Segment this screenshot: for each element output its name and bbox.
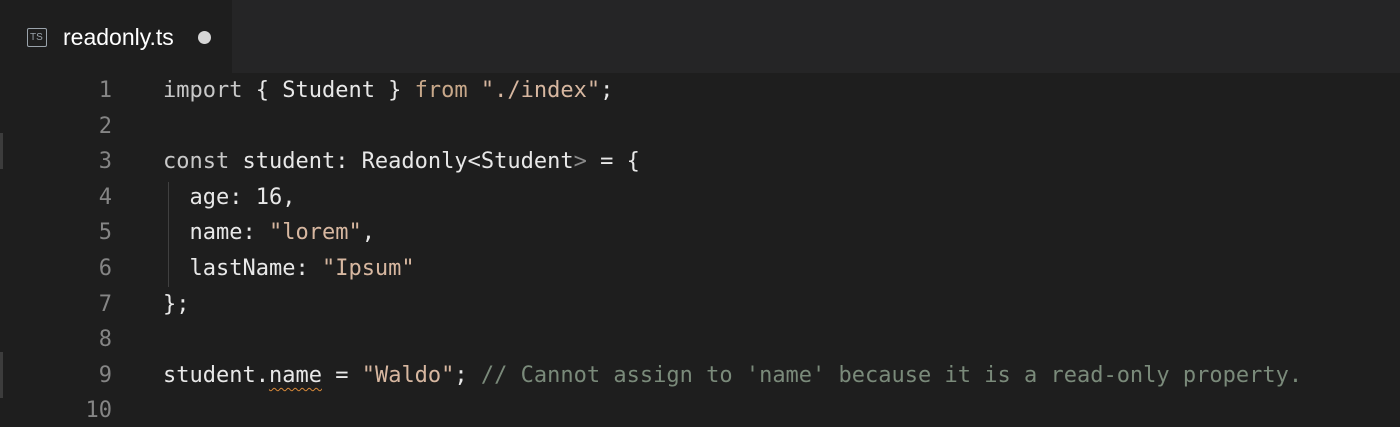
code-line[interactable]: 6 lastName: "Ipsum" bbox=[0, 251, 1400, 287]
code-token: name bbox=[268, 362, 322, 388]
line-number: 1 bbox=[98, 78, 112, 103]
code-text: student.name = "Waldo"; // Cannot assign… bbox=[163, 358, 1302, 394]
unsaved-dot-icon[interactable] bbox=[198, 31, 211, 44]
code-text: import { Student } from "./index"; bbox=[163, 73, 613, 109]
code-token: "Ipsum" bbox=[321, 256, 415, 281]
line-number: 4 bbox=[98, 184, 112, 210]
code-line[interactable]: 1 import { Student } from "./index"; bbox=[0, 73, 1400, 109]
code-text: const student: Readonly<Student> = { bbox=[163, 144, 640, 180]
line-number: 7 bbox=[98, 291, 112, 317]
code-text: }; bbox=[163, 287, 190, 323]
code-token: student. bbox=[163, 362, 269, 388]
code-token: ; bbox=[600, 78, 614, 103]
indent-guide bbox=[168, 181, 169, 287]
tab-title: readonly.ts bbox=[63, 24, 174, 50]
code-text: age: 16, bbox=[163, 180, 295, 216]
code-line[interactable]: 3 const student: Readonly<Student> = { bbox=[0, 144, 1400, 180]
code-token: age: 16, bbox=[163, 184, 296, 210]
line-number: 10 bbox=[85, 398, 113, 424]
code-token: student: Readonly<Student bbox=[229, 149, 574, 175]
code-line[interactable]: 5 name: "lorem", bbox=[0, 215, 1400, 251]
code-text: name: "lorem", bbox=[163, 215, 375, 251]
code-line[interactable]: 8 bbox=[0, 322, 1400, 358]
line-number: 2 bbox=[98, 113, 112, 139]
code-token: = bbox=[321, 362, 362, 388]
line-number: 8 bbox=[98, 327, 112, 353]
code-editor[interactable]: TS readonly.ts 1 import { Student } from … bbox=[0, 0, 1400, 427]
code-token: { Student } bbox=[242, 78, 415, 103]
code-token: const bbox=[163, 149, 230, 175]
code-token: }; bbox=[163, 291, 190, 317]
typescript-file-icon: TS bbox=[27, 28, 47, 47]
code-token: name: bbox=[163, 220, 269, 246]
code-token: "lorem" bbox=[268, 220, 362, 246]
code-token: "./index" bbox=[480, 78, 601, 103]
code-token: // Cannot assign to 'name' because it is… bbox=[480, 362, 1303, 388]
code-token: import bbox=[163, 78, 243, 103]
tab-readonly-ts[interactable]: TS readonly.ts bbox=[0, 0, 232, 73]
code-token: = { bbox=[586, 149, 640, 175]
code-token: lastName: bbox=[163, 256, 322, 281]
code-line[interactable]: 4 age: 16, bbox=[0, 180, 1400, 216]
line-number: 6 bbox=[98, 256, 112, 281]
code-token: , bbox=[361, 220, 375, 246]
line-number: 3 bbox=[98, 149, 112, 175]
code-token: ; bbox=[454, 362, 481, 388]
code-token: "Waldo" bbox=[361, 362, 455, 388]
code-line[interactable]: 10 bbox=[0, 393, 1400, 427]
code-token: from bbox=[414, 78, 468, 103]
code-line[interactable]: 7}; bbox=[0, 287, 1400, 323]
code-line[interactable]: 9 student.name = "Waldo"; // Cannot assig… bbox=[0, 358, 1400, 394]
code-token: > bbox=[573, 149, 587, 175]
line-number: 9 bbox=[98, 362, 112, 388]
tab-bar: TS readonly.ts bbox=[0, 0, 1400, 73]
code-text: lastName: "Ipsum" bbox=[163, 251, 415, 287]
code-line[interactable]: 2 bbox=[0, 109, 1400, 145]
line-number: 5 bbox=[98, 220, 112, 246]
